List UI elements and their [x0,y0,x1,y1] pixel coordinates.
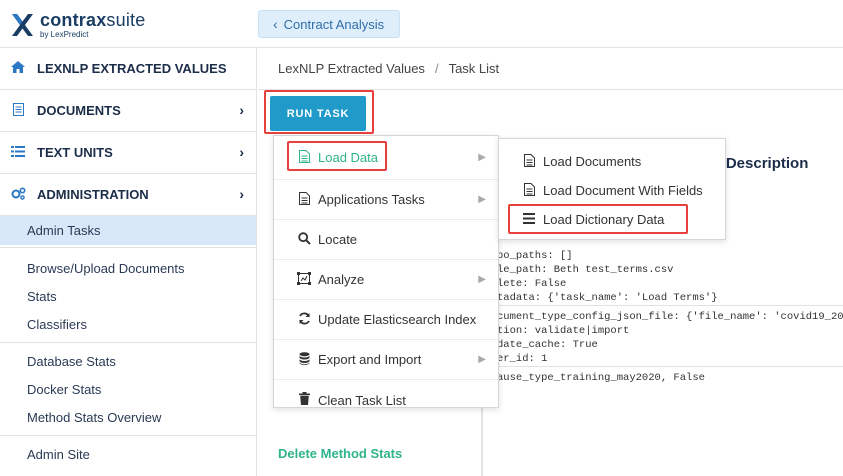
caret-right-icon: ▶ [478,152,486,163]
gears-icon [10,186,26,203]
caret-right-icon: ▶ [478,274,486,285]
sidebar-item-admin-site[interactable]: Admin Site [0,440,256,468]
submenu-item-load-document-with-fields[interactable]: Load Document With Fields [499,176,725,205]
sidebar: LEXNLP EXTRACTED VALUES DOCUMENTS › TEXT… [0,48,257,476]
menu-item-label: Load Data [318,150,378,165]
refresh-icon [296,312,312,328]
breadcrumb-separator: / [434,61,439,76]
sidebar-section-administration[interactable]: ADMINISTRATION › [0,174,256,216]
sidebar-item-method-stats[interactable]: Method Stats Overview [0,403,256,431]
menu-item-label: Analyze [318,272,365,287]
file-icon [521,182,537,199]
search-icon [296,231,312,248]
sidebar-item-browse-upload[interactable]: Browse/Upload Documents [0,254,256,282]
back-to-contract-analysis-button[interactable]: ‹ Contract Analysis [258,10,400,38]
submenu-item-label: Load Document With Fields [543,183,703,198]
run-task-menu: Load Data ▶ Applications Tasks ▶ Locate … [273,135,499,408]
menu-item-load-data[interactable]: Load Data ▶ [274,136,498,180]
menu-item-clean-task-list[interactable]: Clean Task List [274,380,498,420]
table-row: ause_type_training_may2020, False [497,372,705,384]
table-row: po_paths: [] le_path: Beth test_terms.cs… [483,245,843,306]
file-icon [296,149,312,166]
submenu-item-load-documents[interactable]: Load Documents [499,147,725,176]
submenu-item-label: Load Dictionary Data [543,212,665,227]
menu-item-label: Export and Import [318,352,422,367]
trash-icon [296,392,312,408]
brand-byline: by LexPredict [40,30,89,39]
submenu-item-label: Load Documents [543,154,642,169]
menu-item-label: Clean Task List [318,392,406,408]
file-icon [521,153,537,170]
chevron-left-icon: ‹ [273,16,278,32]
document-icon [10,102,26,119]
table-row: cument_type_config_json_file: {'file_nam… [483,306,843,367]
menu-item-locate[interactable]: Locate [274,220,498,260]
caret-right-icon: ▶ [478,194,486,205]
database-icon [296,351,312,368]
menu-item-label: Locate [318,232,358,247]
chevron-right-icon: › [239,102,244,118]
divider [0,247,256,248]
top-bar: contraxsuite by LexPredict ‹ Contract An… [0,0,843,48]
task-table: po_paths: [] le_path: Beth test_terms.cs… [482,245,843,476]
caret-right-icon: ▶ [478,354,486,365]
delete-method-stats-link[interactable]: Delete Method Stats [278,446,402,461]
menu-item-label: Applications Tasks [318,192,425,207]
brand-name-bold: contrax [40,10,107,30]
menu-item-analyze[interactable]: Analyze ▶ [274,260,498,300]
sidebar-item-classifiers[interactable]: Classifiers [0,310,256,338]
sidebar-section-lexnlp[interactable]: LEXNLP EXTRACTED VALUES [0,48,256,90]
chevron-right-icon: › [239,186,244,202]
menu-item-update-elasticsearch[interactable]: Update Elasticsearch Index [274,300,498,340]
sidebar-item-admin-tasks[interactable]: Admin Tasks [0,216,256,245]
sidebar-section-documents[interactable]: DOCUMENTS › [0,90,256,132]
breadcrumb-current: Task List [448,61,500,76]
logo-x-icon [12,14,33,36]
back-button-label: Contract Analysis [283,16,385,32]
contraxsuite-logo[interactable]: contraxsuite by LexPredict [10,10,145,40]
load-data-submenu: Load Documents Load Document With Fields… [498,138,726,240]
sidebar-item-docker-stats[interactable]: Docker Stats [0,375,256,403]
bars-icon [521,212,537,227]
sidebar-item-database-stats[interactable]: Database Stats [0,347,256,375]
menu-item-label: Update Elasticsearch Index [318,312,477,327]
sidebar-section-text-units[interactable]: TEXT UNITS › [0,132,256,174]
file-icon [296,191,312,208]
divider [0,435,256,436]
brand-name-light: suite [106,10,146,30]
divider [0,342,256,343]
sidebar-section-label: DOCUMENTS [37,103,121,118]
sidebar-section-label: ADMINISTRATION [37,187,149,202]
sidebar-section-label: TEXT UNITS [37,145,113,160]
breadcrumb-parent[interactable]: LexNLP Extracted Values [278,61,425,76]
menu-item-export-import[interactable]: Export and Import ▶ [274,340,498,380]
sidebar-section-label: LEXNLP EXTRACTED VALUES [37,61,227,76]
breadcrumb: LexNLP Extracted Values / Task List [258,48,843,90]
run-task-button[interactable]: RUN TASK [270,96,366,131]
sidebar-item-stats[interactable]: Stats [0,282,256,310]
home-icon [10,61,26,76]
chevron-right-icon: › [239,144,244,160]
list-icon [10,145,26,160]
analyze-icon [296,271,312,288]
submenu-item-load-dictionary-data[interactable]: Load Dictionary Data [499,205,725,234]
menu-item-applications-tasks[interactable]: Applications Tasks ▶ [274,180,498,220]
